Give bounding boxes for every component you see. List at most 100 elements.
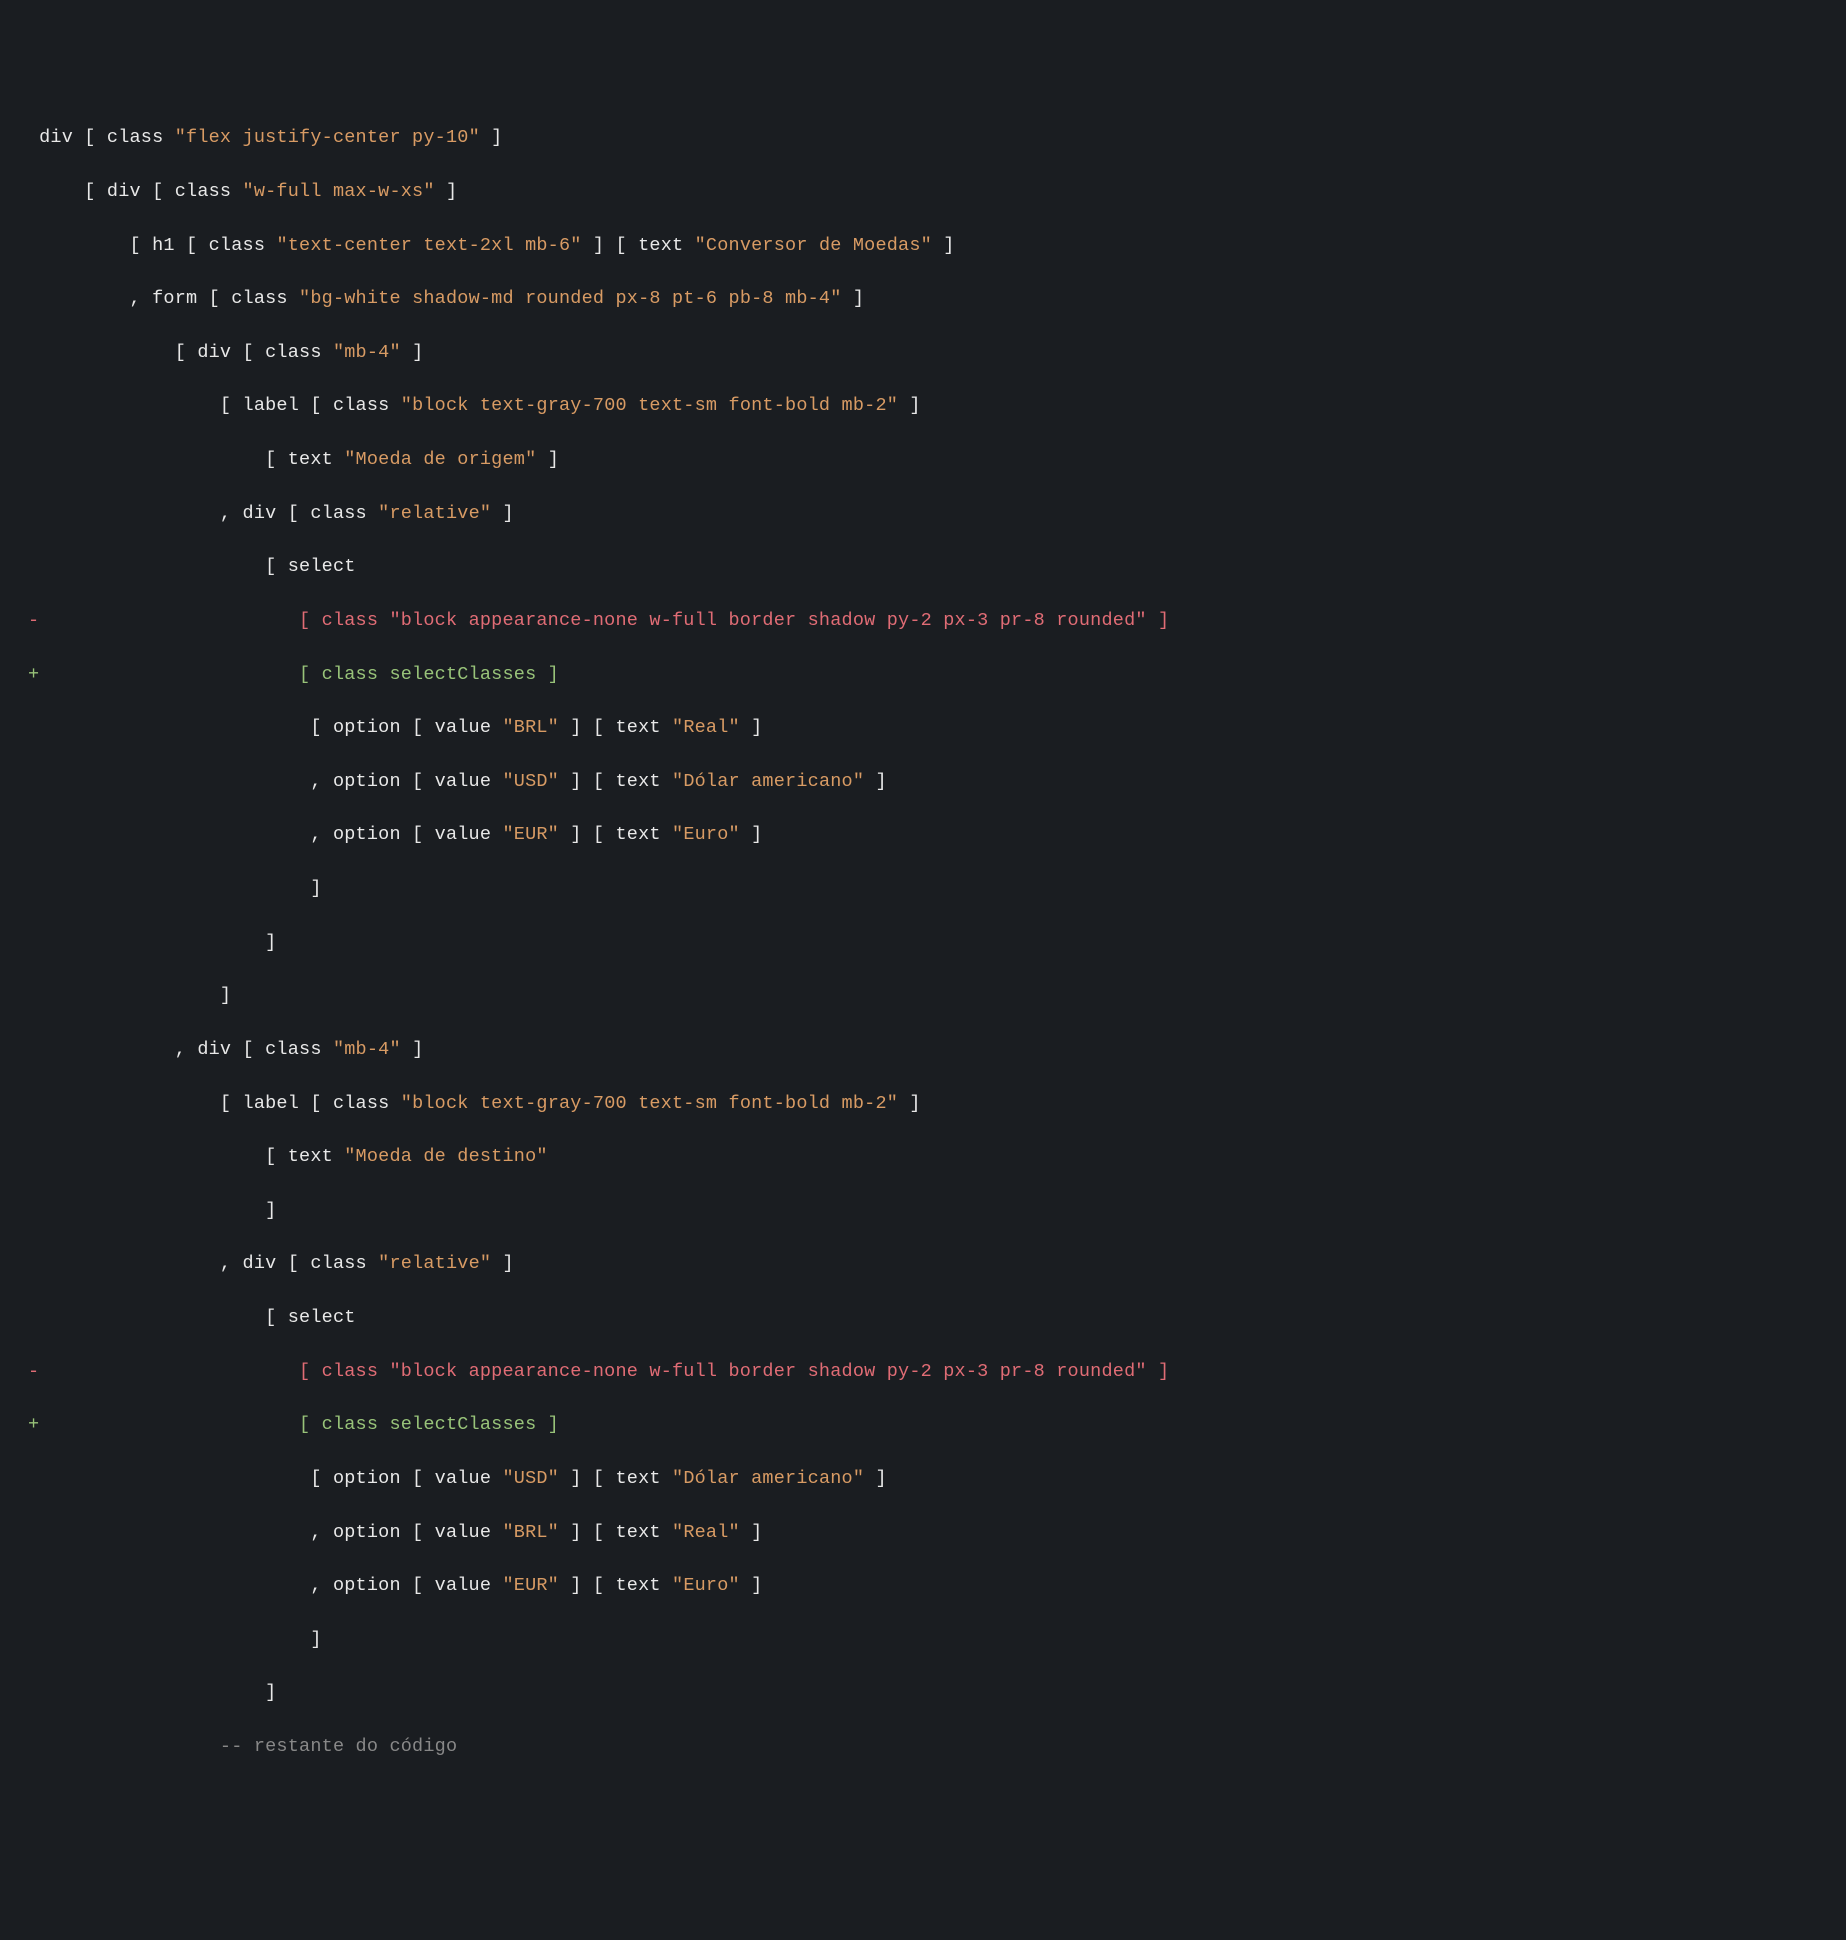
code-line: [ select [0, 554, 1846, 581]
code-line: [ select [0, 1305, 1846, 1332]
code-segment: ] [740, 1522, 763, 1543]
code-segment: [ select [39, 1307, 355, 1328]
code-segment: ] [740, 824, 763, 845]
code-segment: "EUR" [502, 824, 559, 845]
code-segment: "bg-white shadow-md rounded px-8 pt-6 pb… [299, 288, 842, 309]
diff-blank-marker [28, 1198, 39, 1225]
code-segment: ] [480, 127, 503, 148]
code-line: [ label [ class "block text-gray-700 tex… [0, 393, 1846, 420]
code-segment: ] [ text [559, 1575, 672, 1596]
diff-blank-marker [28, 715, 39, 742]
code-segment: "mb-4" [333, 342, 401, 363]
code-line: , option [ value "EUR" ] [ text "Euro" ] [0, 1573, 1846, 1600]
diff-blank-marker [28, 1520, 39, 1547]
diff-blank-marker [28, 1251, 39, 1278]
code-segment: "block text-gray-700 text-sm font-bold m… [401, 1093, 898, 1114]
code-segment: "block appearance-none w-full border sha… [389, 1361, 1146, 1382]
code-segment: ] [ text [582, 235, 695, 256]
diff-blank-marker [28, 822, 39, 849]
code-segment: [ text [39, 449, 344, 470]
code-line: + [ class selectClasses ] [0, 1412, 1846, 1439]
code-line: , option [ value "BRL" ] [ text "Real" ] [0, 1520, 1846, 1547]
diff-blank-marker [28, 769, 39, 796]
code-line: [ label [ class "block text-gray-700 tex… [0, 1091, 1846, 1118]
code-segment: ] [39, 932, 276, 953]
diff-blank-marker [28, 501, 39, 528]
code-segment: ] [39, 1629, 322, 1650]
diff-blank-marker [28, 1037, 39, 1064]
code-segment: , option [ value [39, 1575, 502, 1596]
code-segment: ] [536, 449, 559, 470]
code-segment: "BRL" [502, 717, 559, 738]
code-segment: , div [ class [39, 1253, 378, 1274]
code-segment: ] [898, 1093, 921, 1114]
code-segment: ] [1147, 610, 1170, 631]
code-segment: "block appearance-none w-full border sha… [389, 610, 1146, 631]
diff-removed-marker: - [28, 1359, 39, 1386]
code-segment: ] [932, 235, 955, 256]
diff-blank-marker [28, 340, 39, 367]
code-segment: ] [ text [559, 824, 672, 845]
code-segment: [ text [39, 1146, 344, 1167]
code-segment: ] [491, 1253, 514, 1274]
code-line: , form [ class "bg-white shadow-md round… [0, 286, 1846, 313]
code-segment: "relative" [378, 503, 491, 524]
diff-blank-marker [28, 876, 39, 903]
code-segment: [ class [39, 610, 389, 631]
code-segment: "flex justify-center py-10" [175, 127, 480, 148]
code-segment: "Real" [672, 1522, 740, 1543]
code-line: , option [ value "USD" ] [ text "Dólar a… [0, 769, 1846, 796]
diff-blank-marker [28, 393, 39, 420]
diff-blank-marker [28, 179, 39, 206]
code-segment: ] [401, 342, 424, 363]
code-segment: "Moeda de destino" [344, 1146, 547, 1167]
code-segment: "Dólar americano" [672, 771, 864, 792]
code-segment: "Euro" [672, 824, 740, 845]
code-line: , div [ class "mb-4" ] [0, 1037, 1846, 1064]
code-segment: ] [39, 878, 322, 899]
code-line: [ option [ value "USD" ] [ text "Dólar a… [0, 1466, 1846, 1493]
diff-blank-marker [28, 233, 39, 260]
code-segment: [ class selectClasses ] [39, 664, 559, 685]
code-segment: , div [ class [39, 1039, 333, 1060]
code-line: - [ class "block appearance-none w-full … [0, 1359, 1846, 1386]
code-segment: "text-center text-2xl mb-6" [276, 235, 581, 256]
code-segment: [ option [ value [39, 717, 502, 738]
code-line: [ div [ class "mb-4" ] [0, 340, 1846, 367]
code-segment: "mb-4" [333, 1039, 401, 1060]
code-segment: ] [39, 1200, 276, 1221]
code-segment: "Real" [672, 717, 740, 738]
diff-blank-marker [28, 1573, 39, 1600]
code-segment: div [ class [39, 127, 175, 148]
diff-blank-marker [28, 1466, 39, 1493]
code-segment: ] [39, 1682, 276, 1703]
code-line: -- restante do código [0, 1734, 1846, 1761]
code-segment: , option [ value [39, 824, 502, 845]
code-segment: "Moeda de origem" [344, 449, 536, 470]
code-segment: ] [1147, 1361, 1170, 1382]
code-line: , div [ class "relative" ] [0, 1251, 1846, 1278]
code-segment: [ class selectClasses ] [39, 1414, 559, 1435]
diff-added-marker: + [28, 1412, 39, 1439]
diff-blank-marker [28, 1091, 39, 1118]
diff-blank-marker [28, 554, 39, 581]
code-segment: ] [ text [559, 771, 672, 792]
diff-blank-marker [28, 125, 39, 152]
diff-blank-marker [28, 983, 39, 1010]
code-segment: ] [842, 288, 865, 309]
code-line: ] [0, 983, 1846, 1010]
code-line: ] [0, 1680, 1846, 1707]
diff-blank-marker [28, 1680, 39, 1707]
code-segment: "Conversor de Moedas" [695, 235, 932, 256]
code-line: ] [0, 1198, 1846, 1225]
code-segment: [ label [ class [39, 395, 401, 416]
code-segment: , div [ class [39, 503, 378, 524]
code-segment: , form [ class [39, 288, 299, 309]
code-segment: ] [435, 181, 458, 202]
code-segment: , option [ value [39, 771, 502, 792]
code-segment: "USD" [502, 771, 559, 792]
diff-blank-marker [28, 1305, 39, 1332]
code-segment: ] [401, 1039, 424, 1060]
code-segment: ] [898, 395, 921, 416]
diff-blank-marker [28, 1627, 39, 1654]
